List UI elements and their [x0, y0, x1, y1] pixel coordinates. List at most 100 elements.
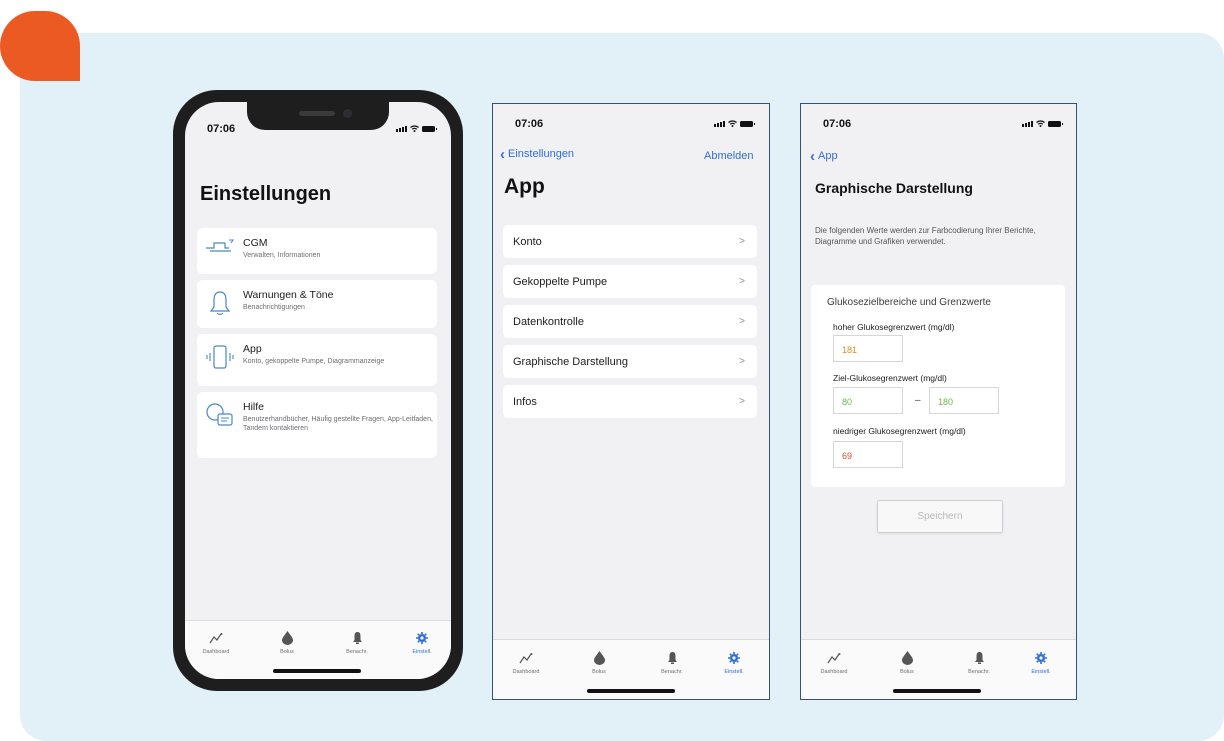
low-limit-input[interactable]: 69 [833, 441, 903, 468]
tab-dashboard[interactable]: Dashboard [809, 650, 859, 675]
back-button[interactable]: ‹ Einstellungen [500, 147, 574, 162]
low-limit-label: niedriger Glukosegrenzwert (mg/dl) [833, 426, 966, 436]
high-limit-input[interactable]: 181 [833, 335, 903, 362]
target-low-input[interactable]: 80 [833, 387, 903, 414]
gear-icon [709, 650, 759, 666]
status-icons [396, 125, 437, 132]
row-label: Graphische Darstellung [513, 355, 628, 368]
row-label: Infos [513, 395, 537, 408]
status-time: 07:06 [515, 118, 544, 130]
tab-bolus[interactable]: Bolus [574, 650, 624, 675]
phone-notch [247, 102, 389, 130]
signal-icon [396, 125, 407, 132]
tab-settings[interactable]: Einstell. [397, 630, 447, 655]
settings-item-title: CGM [243, 237, 268, 249]
page-title: Einstellungen [200, 183, 332, 205]
status-time: 07:06 [207, 123, 236, 135]
tab-label: Benachr. [346, 649, 368, 655]
bell-icon [197, 280, 243, 328]
chevron-right-icon: > [739, 396, 745, 407]
tab-label: Dashboard [820, 669, 848, 675]
dashboard-chart-icon [501, 650, 551, 666]
settings-item-subtitle: Verwalten, Informationen [243, 252, 321, 259]
list-item-account[interactable]: Konto > [503, 225, 757, 258]
tab-label: Bolus [280, 649, 294, 655]
drop-icon [882, 650, 932, 666]
phone-graphic-display: 07:06 ‹ App Graphische Darstellung Die f… [800, 103, 1077, 700]
description-text: Die folgenden Werte werden zur Farbcodie… [815, 226, 1036, 246]
page-title: App [504, 175, 545, 198]
settings-item-title: Warnungen & Töne [243, 289, 334, 301]
target-high-input[interactable]: 180 [929, 387, 999, 414]
wifi-icon [410, 125, 419, 132]
tab-bolus[interactable]: Bolus [882, 650, 932, 675]
cgm-sensor-icon [197, 228, 243, 274]
chat-bubbles-icon [197, 392, 243, 458]
high-limit-label: hoher Glukosegrenzwert (mg/dl) [833, 322, 955, 332]
tab-notifications[interactable]: Benachr. [647, 650, 697, 675]
chevron-right-icon: > [739, 276, 745, 287]
tab-notifications[interactable]: Benachr. [332, 630, 382, 655]
home-indicator [273, 669, 361, 673]
row-label: Datenkontrolle [513, 315, 584, 328]
settings-item-app[interactable]: App Konto, gekoppelte Pumpe, Diagrammanze… [197, 334, 437, 386]
range-separator: – [915, 395, 921, 406]
tab-bolus[interactable]: Bolus [262, 630, 312, 655]
status-time: 07:06 [823, 118, 852, 130]
settings-item-subtitle: Benutzerhandbücher, Häufig gestellte Fra… [243, 416, 433, 432]
chevron-left-icon: ‹ [810, 147, 815, 165]
card-title: Glukosezielbereiche und Grenzwerte [827, 297, 991, 308]
tab-label: Benachr. [661, 669, 683, 675]
settings-item-title: Hilfe [243, 401, 265, 413]
settings-item-cgm[interactable]: CGM Verwalten, Informationen [197, 228, 437, 274]
wifi-icon [728, 120, 737, 127]
tab-settings[interactable]: Einstell. [1016, 650, 1066, 675]
tab-label: Bolus [900, 669, 914, 675]
settings-item-title: App [243, 343, 262, 355]
phone-settings: 07:06 Einstellungen CGM Verwalten, Inform… [173, 90, 463, 691]
tab-notifications[interactable]: Benachr. [954, 650, 1004, 675]
bell-icon [647, 650, 697, 666]
tab-dashboard[interactable]: Dashboard [501, 650, 551, 675]
bell-icon [954, 650, 1004, 666]
bell-icon [332, 630, 382, 646]
drop-icon [262, 630, 312, 646]
home-indicator [587, 689, 675, 693]
glucose-range-card: Glukosezielbereiche und Grenzwerte hoher… [811, 285, 1065, 487]
drop-icon [574, 650, 624, 666]
list-item-data-control[interactable]: Datenkontrolle > [503, 305, 757, 338]
gear-icon [397, 630, 447, 646]
phone-vibrate-icon [197, 334, 243, 386]
target-label: Ziel-Glukosegrenzwert (mg/dl) [833, 373, 947, 383]
dashboard-chart-icon [191, 630, 241, 646]
battery-icon [740, 120, 755, 127]
battery-icon [422, 125, 437, 132]
battery-icon [1048, 120, 1063, 127]
row-label: Gekoppelte Pumpe [513, 275, 608, 288]
back-button[interactable]: ‹ App [810, 147, 838, 165]
tab-label: Dashboard [202, 649, 230, 655]
logout-button[interactable]: Abmelden [704, 150, 754, 162]
settings-item-warnings[interactable]: Warnungen & Töne Benachrichtigungen [197, 280, 437, 328]
brand-shape [0, 11, 80, 81]
signal-icon [1022, 120, 1033, 127]
phone-settings-screen: 07:06 Einstellungen CGM Verwalten, Inform… [185, 102, 451, 679]
tab-settings[interactable]: Einstell. [709, 650, 759, 675]
tab-label: Einstell. [1031, 669, 1051, 675]
row-label: Konto [513, 235, 542, 248]
wifi-icon [1036, 120, 1045, 127]
chevron-right-icon: > [739, 316, 745, 327]
chevron-right-icon: > [739, 356, 745, 367]
save-button[interactable]: Speichern [877, 500, 1003, 533]
tab-dashboard[interactable]: Dashboard [191, 630, 241, 655]
signal-icon [714, 120, 725, 127]
dashboard-chart-icon [809, 650, 859, 666]
back-label: App [818, 150, 838, 162]
settings-item-help[interactable]: Hilfe Benutzerhandbücher, Häufig gestellt… [197, 392, 437, 458]
tab-label: Einstell. [724, 669, 744, 675]
status-icons [714, 120, 755, 127]
list-item-info[interactable]: Infos > [503, 385, 757, 418]
list-item-graphic-display[interactable]: Graphische Darstellung > [503, 345, 757, 378]
page-title: Graphische Darstellung [815, 180, 973, 196]
list-item-paired-pump[interactable]: Gekoppelte Pumpe > [503, 265, 757, 298]
